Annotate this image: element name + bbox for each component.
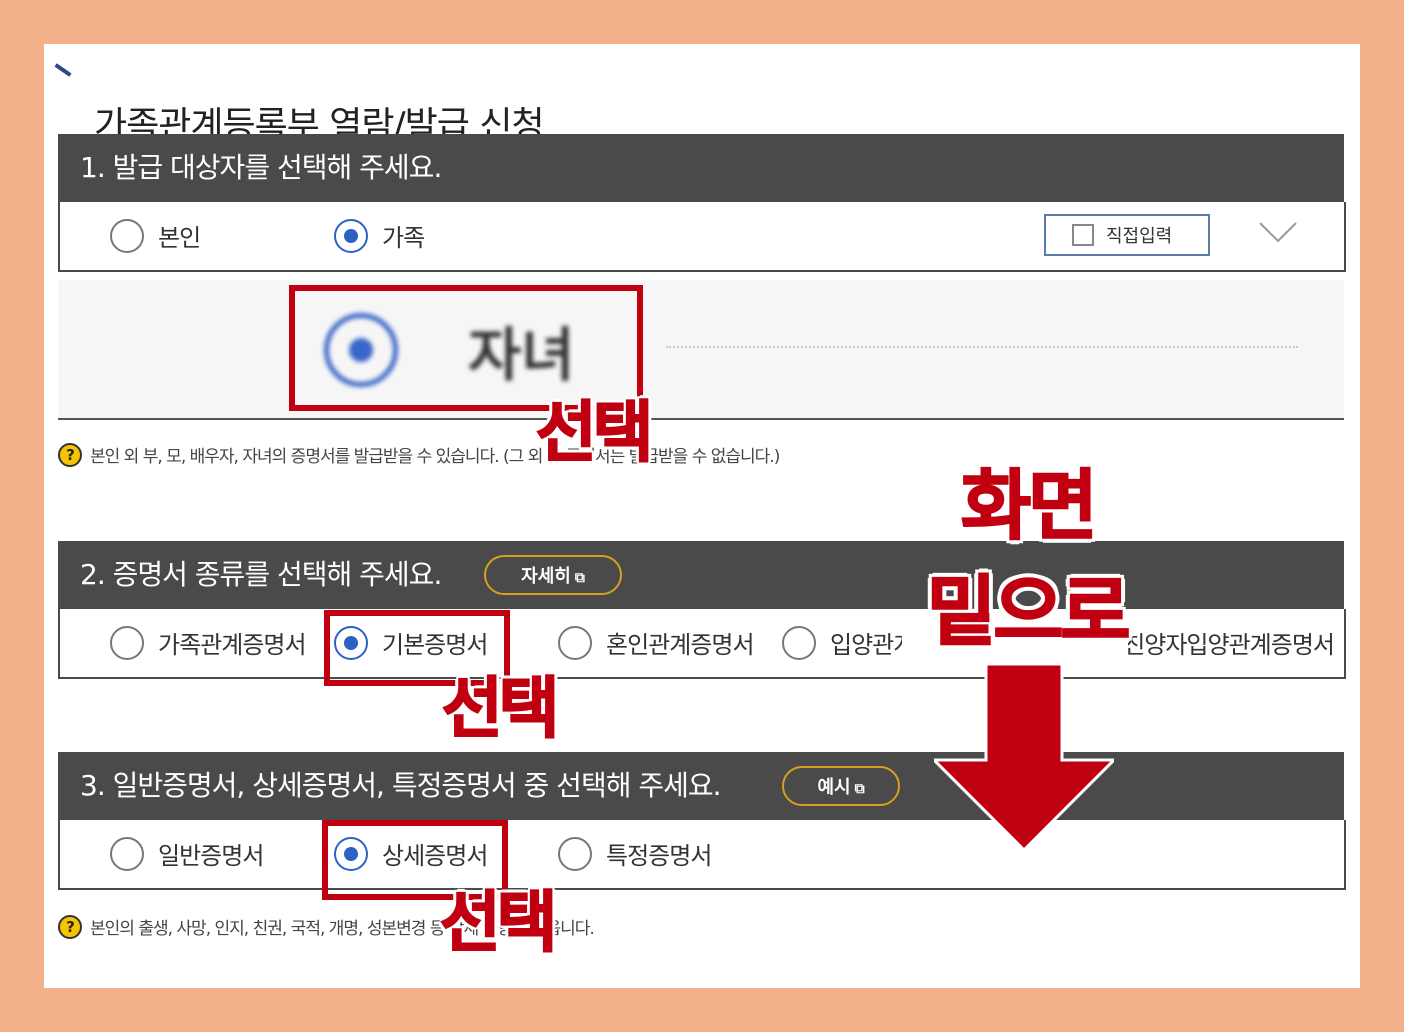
radio-family-relation[interactable]: 가족관계증명서 <box>110 625 307 660</box>
radio-general[interactable]: 일반증명서 <box>110 836 264 871</box>
radio-full-adoption-label: 친양자입양관계증명서 <box>1128 631 1334 659</box>
highlight-box-child <box>289 285 643 411</box>
section2-heading-text: 2. 증명서 종류를 선택해 주세요. <box>80 558 442 591</box>
radio-self-label: 본인 <box>158 224 201 252</box>
radio-family-label: 가족 <box>382 224 425 252</box>
radio-circle-icon <box>110 625 144 660</box>
section3-options: 일반증명서 상세증명서 특정증명서 <box>58 820 1346 890</box>
direct-input-button[interactable]: 직접입력 <box>1044 214 1210 256</box>
checkbox-icon <box>1072 224 1094 246</box>
dotted-divider <box>666 346 1298 348</box>
radio-circle-icon <box>782 625 816 660</box>
title-marker-icon <box>54 63 72 77</box>
help-icon: ? <box>58 442 82 467</box>
arrow-down-icon <box>934 664 1114 853</box>
family-member-area <box>58 280 1344 420</box>
radio-circle-icon <box>110 836 144 871</box>
section1-heading: 1. 발급 대상자를 선택해 주세요. <box>58 134 1344 202</box>
annotation-select-3: 선택 <box>439 884 558 961</box>
radio-specific[interactable]: 특정증명서 <box>558 836 712 871</box>
annotation-select-1: 선택 <box>535 394 654 471</box>
radio-full-adoption[interactable]: 친양자입양관계증명서 <box>1128 625 1334 660</box>
section3-heading: 3. 일반증명서, 상세증명서, 특정증명서 중 선택해 주세요. <box>58 752 1344 820</box>
radio-specific-label: 특정증명서 <box>606 842 712 870</box>
radio-selected-icon <box>334 218 368 253</box>
radio-family-relation-label: 가족관계증명서 <box>158 631 307 659</box>
outer-frame: 가족관계등록부 열람/발급 신청 1. 발급 대상자를 선택해 주세요. 본인 … <box>0 0 1404 1032</box>
radio-marriage-label: 혼인관계증명서 <box>606 631 755 659</box>
section3-heading-text: 3. 일반증명서, 상세증명서, 특정증명서 중 선택해 주세요. <box>80 769 722 802</box>
example-button-label: 예시 <box>817 777 851 798</box>
detail-button-label: 자세히 <box>521 566 571 587</box>
annotation-scroll-line1: 화면 <box>960 461 1099 550</box>
section2-options: 가족관계증명서 기본증명서 혼인관계증명서 입양관계증명서 친양자입양관계증명서 <box>58 609 1346 679</box>
annotation-select-2: 선택 <box>441 670 560 747</box>
radio-family[interactable]: 가족 <box>334 218 425 253</box>
radio-marriage[interactable]: 혼인관계증명서 <box>558 625 755 660</box>
radio-circle-icon <box>110 218 144 253</box>
section1-note-text: 본인 외 부, 모, 배우자, 자녀의 증명서를 발급받을 수 있습니다. (그… <box>90 447 780 467</box>
radio-circle-icon <box>558 836 592 871</box>
external-link-icon: ⧉ <box>854 781 865 797</box>
example-button[interactable]: 예시 ⧉ <box>782 766 900 806</box>
radio-circle-icon <box>558 625 592 660</box>
radio-adoption-label: 입양관계증명서 <box>830 631 902 659</box>
annotation-scroll-line2: 밑으로 <box>926 567 1132 656</box>
help-icon: ? <box>58 914 82 939</box>
radio-self[interactable]: 본인 <box>110 218 201 253</box>
external-link-icon: ⧉ <box>574 570 585 586</box>
chevron-down-icon[interactable] <box>1258 220 1298 244</box>
content-panel: 가족관계등록부 열람/발급 신청 1. 발급 대상자를 선택해 주세요. 본인 … <box>44 44 1360 988</box>
radio-adoption[interactable]: 입양관계증명서 <box>782 625 902 660</box>
detail-button[interactable]: 자세히 ⧉ <box>484 555 622 595</box>
radio-general-label: 일반증명서 <box>158 842 264 870</box>
direct-input-label: 직접입력 <box>1106 226 1173 247</box>
section1-note: ? 본인 외 부, 모, 배우자, 자녀의 증명서를 발급받을 수 있습니다. … <box>58 442 780 467</box>
